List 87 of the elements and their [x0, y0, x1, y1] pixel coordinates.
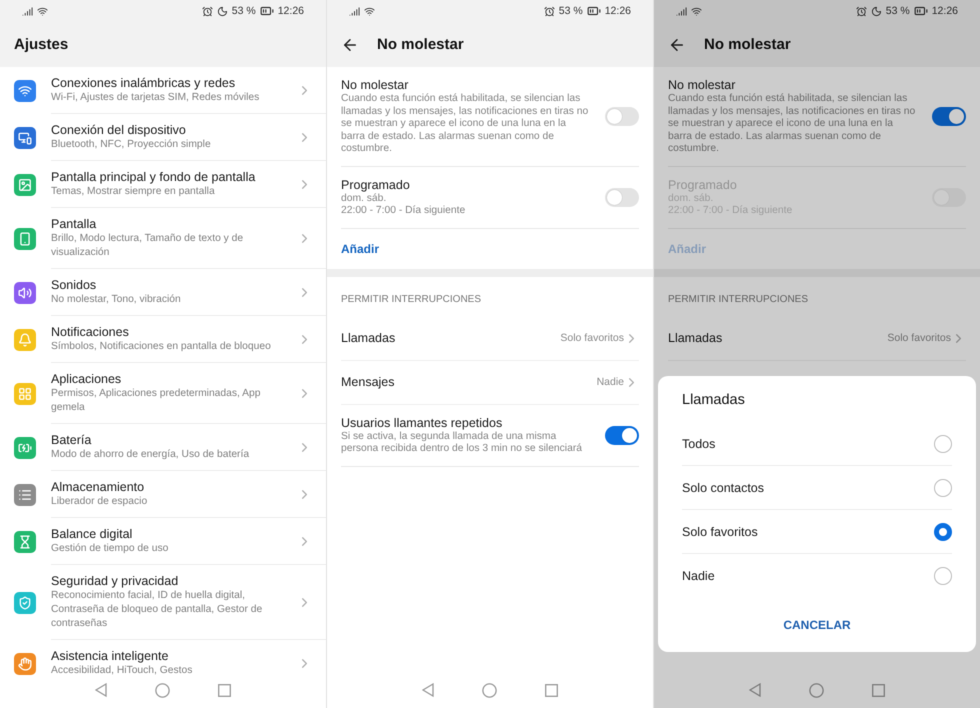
setting-subtitle: Wi-Fi, Ajustes de tarjetas SIM, Redes móviles: [51, 91, 260, 105]
home-icon[interactable]: [809, 682, 824, 698]
radio-button[interactable]: [934, 522, 952, 540]
setting-subtitle: Bluetooth, NFC, Proyección simple: [51, 138, 212, 152]
toggle-switch[interactable]: [932, 106, 966, 126]
toggle-switch[interactable]: [605, 426, 639, 444]
setting-subtitle: No molestar, Tono, vibración: [51, 293, 182, 307]
setting-title[interactable]: Mensajes: [341, 375, 597, 389]
home-icon[interactable]: [482, 682, 497, 698]
recents-icon[interactable]: [545, 684, 558, 696]
cancel-button[interactable]: CANCELAR: [773, 612, 861, 638]
screen-title: No molestar: [377, 36, 464, 53]
battery-percent: 53 %: [558, 5, 583, 17]
setting-title[interactable]: Notificaciones: [51, 324, 287, 340]
alarm-icon: [856, 6, 867, 16]
setting-subtitle: Brillo, Modo lectura, Tamaño de texto y de visualización: [51, 232, 244, 260]
setting-subtitle: Gestión de tiempo de uso: [51, 542, 170, 556]
status-time: 12:26: [604, 5, 631, 17]
setting-title[interactable]: Almacenamiento: [51, 479, 287, 495]
setting-title[interactable]: Pantalla: [51, 216, 287, 232]
setting-title[interactable]: Llamadas: [668, 331, 888, 345]
alarm-icon: [544, 6, 555, 16]
signal-icon: [349, 6, 360, 16]
setting-subtitle: Reconocimiento facial, ID de huella digital, Contraseña de bloqueo de pantalla, Gestor de contraseñas: [51, 589, 264, 631]
dialog-title: Llamadas: [682, 392, 745, 410]
setting-title[interactable]: Balance digital: [51, 526, 287, 542]
setting-description: Si se activa, la segunda llamada de una misma persona recibida dentro de los 3 min no se silenciará: [341, 430, 583, 456]
setting-value: Solo favoritos: [887, 332, 951, 344]
recents-icon[interactable]: [218, 684, 231, 696]
setting-subtitle: Permisos, Aplicaciones predeterminadas, App gemela: [51, 387, 262, 415]
signal-icon: [676, 6, 687, 16]
option-label: Nadie: [682, 568, 716, 582]
setting-subtitle: Temas, Mostrar siempre en pantalla: [51, 185, 216, 199]
screen-title: Ajustes: [14, 36, 68, 53]
toggle-switch[interactable]: [605, 106, 639, 126]
setting-title[interactable]: Aplicaciones: [51, 371, 287, 387]
setting-detail: 22:00 - 7:00 - Día siguiente: [341, 205, 466, 218]
setting-subtitle: Liberador de espacio: [51, 495, 148, 509]
battery-icon: [260, 4, 274, 18]
setting-subtitle: Símbolos, Notificaciones en pantalla de bloqueo: [51, 340, 272, 354]
screen-title: No molestar: [704, 36, 791, 53]
setting-description: Cuando esta función está habilitada, se silencian las llamadas y los mensajes, las notificaciones en tiras no se muestran y aparece el icono de una luna en la barra de estado. Las alarmas suenan como de costumbre.: [668, 93, 916, 156]
setting-subtitle: Modo de ahorro de energía, Uso de batería: [51, 448, 250, 462]
alarm-icon: [202, 6, 213, 16]
add-link[interactable]: Añadir: [341, 228, 380, 268]
setting-title: No molestar: [341, 77, 410, 93]
wifi-icon: [37, 6, 48, 16]
setting-title[interactable]: Pantalla principal y fondo de pantalla: [51, 169, 287, 185]
setting-title: Usuarios llamantes repetidos: [341, 414, 504, 430]
setting-title: No molestar: [668, 77, 736, 93]
wifi-icon: [691, 6, 702, 16]
setting-subtitle: Accesibilidad, HiTouch, Gestos: [51, 664, 194, 678]
wifi-icon: [364, 6, 375, 16]
radio-button[interactable]: [934, 434, 952, 452]
section-header: PERMITIR INTERRUPCIONES: [341, 292, 482, 306]
setting-title[interactable]: Llamadas: [341, 331, 560, 345]
setting-title[interactable]: Conexión del dispositivo: [51, 122, 287, 138]
setting-value: Solo favoritos: [560, 332, 624, 344]
setting-title[interactable]: Sonidos: [51, 277, 287, 293]
option-label: Solo contactos: [682, 480, 765, 494]
setting-value: Nadie: [596, 376, 624, 388]
setting-description: Cuando esta función está habilitada, se silencian las llamadas y los mensajes, las notificaciones en tiras no se muestran y aparece el icono de una luna en la barra de estado. Las alarmas suenan como de costumbre.: [341, 93, 589, 156]
home-icon[interactable]: [155, 682, 170, 698]
battery-icon: [914, 4, 928, 18]
setting-title[interactable]: Batería: [51, 432, 287, 448]
back-icon[interactable]: [749, 683, 761, 697]
section-header: PERMITIR INTERRUPCIONES: [668, 292, 808, 306]
battery-icon: [586, 4, 601, 18]
setting-title: Programado: [341, 176, 411, 192]
setting-detail: dom. sáb.: [341, 192, 388, 205]
back-icon[interactable]: [422, 683, 434, 697]
option-label: Solo favoritos: [682, 524, 759, 538]
setting-title[interactable]: Asistencia inteligente: [51, 648, 287, 664]
recents-icon[interactable]: [872, 684, 885, 696]
toggle-switch[interactable]: [605, 188, 639, 206]
status-time: 12:26: [278, 5, 304, 17]
battery-percent: 53 %: [886, 5, 910, 17]
option-label: Todos: [682, 436, 716, 450]
setting-title: Programado: [668, 176, 738, 192]
radio-button[interactable]: [934, 478, 952, 496]
battery-percent: 53 %: [232, 5, 256, 17]
setting-title[interactable]: Seguridad y privacidad: [51, 573, 287, 589]
signal-icon: [22, 6, 33, 16]
status-time: 12:26: [932, 5, 958, 17]
radio-button[interactable]: [934, 566, 952, 584]
setting-title[interactable]: Conexiones inalámbricas y redes: [51, 75, 287, 91]
back-icon[interactable]: [95, 683, 107, 697]
